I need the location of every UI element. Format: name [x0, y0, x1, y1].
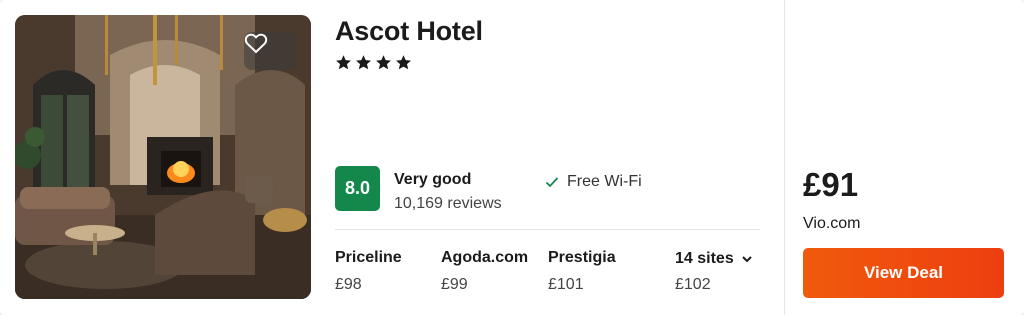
star-icon [336, 55, 351, 70]
star-rating [335, 54, 412, 71]
review-count[interactable]: 10,169 reviews [394, 195, 502, 213]
provider-price: £101 [548, 276, 584, 293]
provider-agoda[interactable]: Agoda.com £99 [441, 249, 528, 294]
hotel-name[interactable]: Ascot Hotel [335, 16, 483, 47]
rating-score-badge: 8.0 [335, 166, 380, 211]
amenity-label: Free Wi-Fi [567, 173, 642, 190]
provider-name: Priceline [335, 249, 402, 266]
hotel-photo[interactable] [15, 15, 311, 299]
chevron-down-icon [742, 255, 752, 262]
provider-price: £98 [335, 276, 362, 293]
more-sites-price: £102 [675, 276, 711, 293]
provider-priceline[interactable]: Priceline £98 [335, 249, 402, 294]
heart-icon [244, 33, 268, 54]
divider [335, 229, 760, 230]
provider-price: £99 [441, 276, 468, 293]
star-icon [356, 55, 371, 70]
provider-name: Agoda.com [441, 249, 529, 266]
check-icon [545, 177, 559, 188]
star-icon [376, 55, 391, 70]
provider-prestigia[interactable]: Prestigia £101 [548, 249, 616, 294]
more-sites: 14 sites £102 [675, 250, 752, 294]
provider-name: Prestigia [548, 249, 616, 266]
deal-site: Vio.com [803, 215, 861, 232]
more-sites-label: 14 sites [675, 250, 734, 267]
rating-label: Very good [394, 171, 472, 188]
favorite-button[interactable] [244, 32, 296, 70]
deal-price: £91 [803, 166, 859, 203]
column-separator [784, 0, 785, 315]
view-deal-button[interactable]: View Deal [803, 248, 1004, 298]
more-sites-button[interactable]: 14 sites [675, 250, 752, 268]
hotel-card: Ascot Hotel 8.0 Very good 10,169 reviews… [0, 0, 1024, 315]
star-icon [396, 55, 411, 70]
amenity-item: Free Wi-Fi [545, 173, 642, 191]
